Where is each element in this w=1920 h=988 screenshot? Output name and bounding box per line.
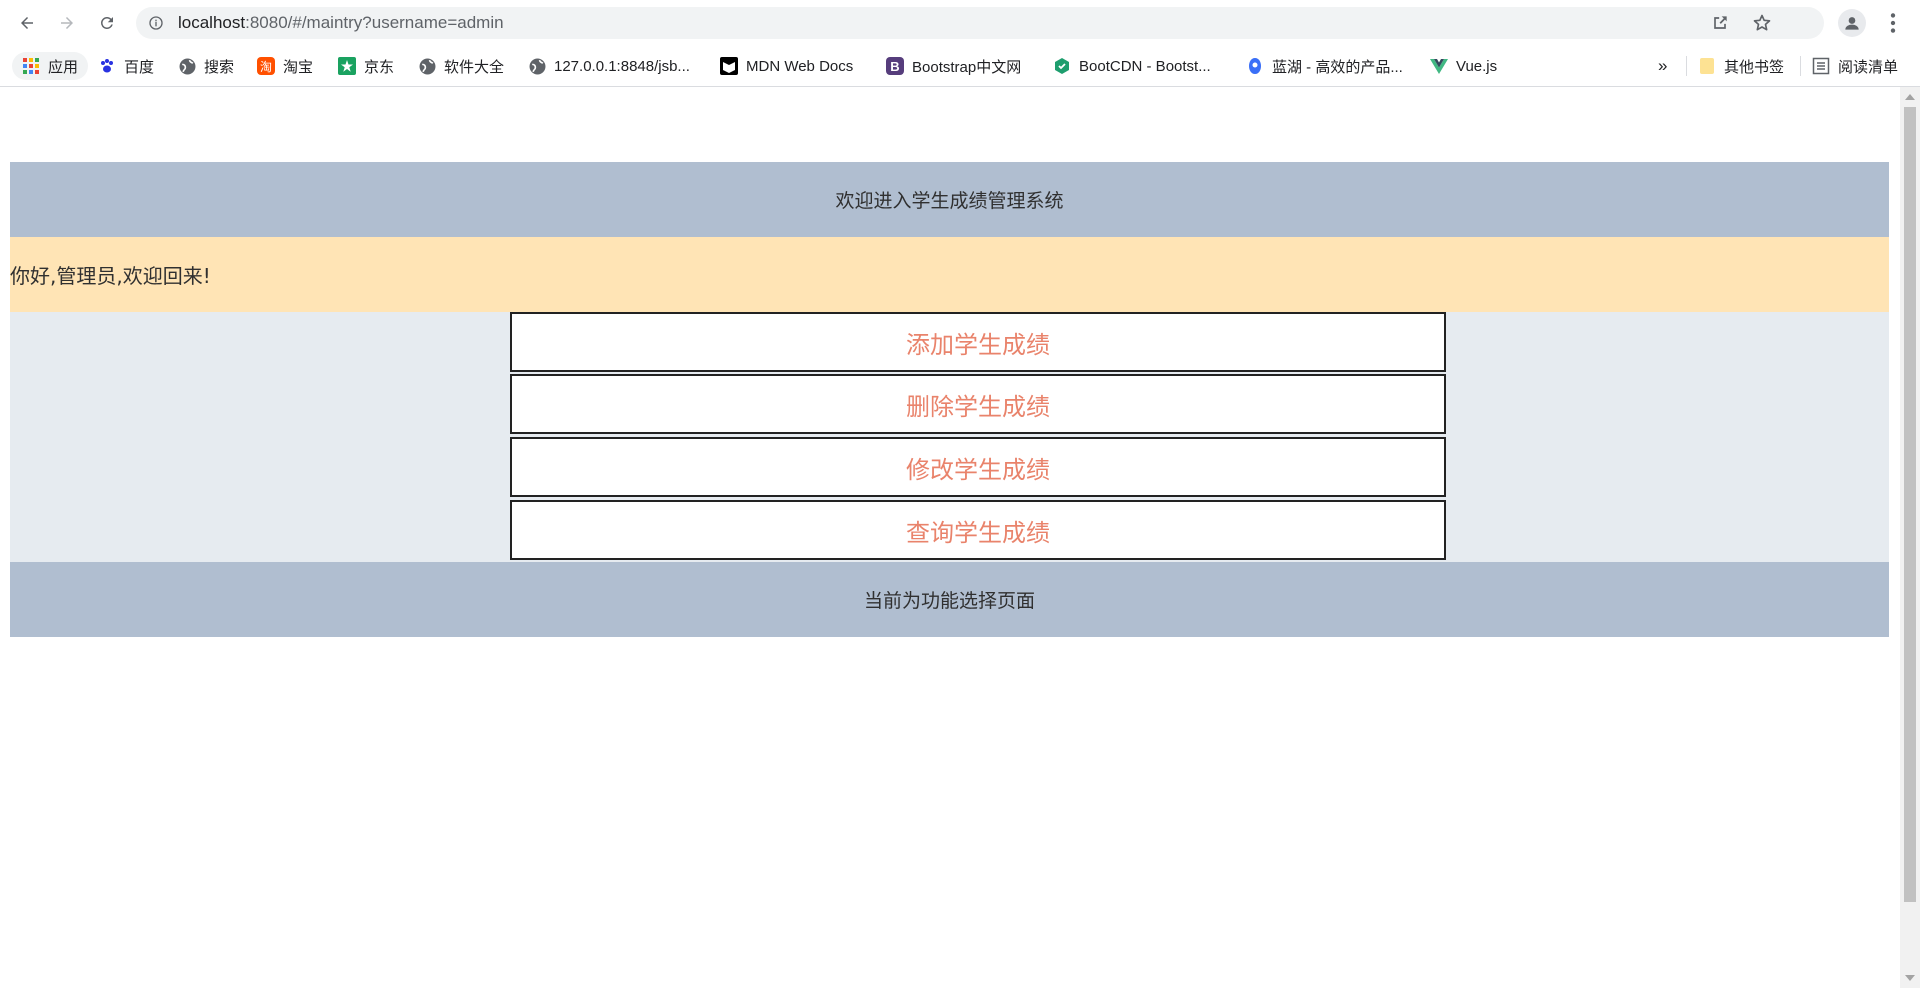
- browser-toolbar: localhost:8080/#/maintry?username=admin: [0, 0, 1920, 46]
- apps-grid-icon: [22, 57, 40, 75]
- vertical-scrollbar[interactable]: [1900, 87, 1920, 988]
- vue-icon: [1430, 57, 1448, 75]
- url-path: :8080/#/maintry?username=admin: [245, 13, 504, 32]
- bookmark-label: Vue.js: [1456, 57, 1498, 75]
- bookmark-label: 京东: [364, 58, 395, 76]
- bookmark-star-icon[interactable]: [1752, 13, 1772, 33]
- bookmark-label: Bootstrap中文网: [912, 58, 1022, 76]
- bookmark-localhost-8848[interactable]: 127.0.0.1:8848/jsb...: [528, 52, 690, 80]
- bootcdn-icon: [1053, 57, 1071, 75]
- bookmark-mdn[interactable]: MDN Web Docs: [720, 52, 853, 80]
- bookmark-software[interactable]: 软件大全: [418, 52, 504, 80]
- back-button[interactable]: [12, 8, 42, 38]
- add-score-button[interactable]: 添加学生成绩: [510, 312, 1446, 372]
- menu-button-label: 修改学生成绩: [906, 455, 1050, 484]
- bookmark-label: 百度: [124, 58, 155, 76]
- bookmarks-overflow-button[interactable]: »: [1658, 52, 1667, 80]
- mdn-icon: [720, 57, 738, 75]
- bookmark-label: 阅读清单: [1838, 58, 1899, 76]
- baidu-paw-icon: [98, 57, 116, 75]
- bookmark-taobao[interactable]: 淘 淘宝: [257, 52, 313, 80]
- globe-icon: [528, 57, 546, 75]
- function-menu: 添加学生成绩 删除学生成绩 修改学生成绩 查询学生成绩: [10, 312, 1889, 562]
- bookmark-label: MDN Web Docs: [746, 57, 854, 75]
- bookmark-label: 其他书签: [1724, 58, 1785, 76]
- bookmarks-divider: [1800, 56, 1801, 76]
- person-icon: [1845, 17, 1859, 30]
- menu-button-label: 添加学生成绩: [906, 330, 1050, 359]
- globe-icon: [418, 57, 436, 75]
- jd-icon: [338, 57, 356, 75]
- bookmark-baidu[interactable]: 百度: [98, 52, 154, 80]
- bookmark-search[interactable]: 搜索: [178, 52, 234, 80]
- delete-score-button[interactable]: 删除学生成绩: [510, 374, 1446, 434]
- query-score-button[interactable]: 查询学生成绩: [510, 500, 1446, 560]
- overflow-label: »: [1658, 56, 1668, 75]
- more-vert-icon[interactable]: [1880, 10, 1906, 36]
- share-icon[interactable]: [1710, 13, 1730, 33]
- bookmark-vue[interactable]: Vue.js: [1430, 52, 1497, 80]
- edit-score-button[interactable]: 修改学生成绩: [510, 437, 1446, 497]
- bookmark-label: BootCDN - Bootst...: [1079, 57, 1211, 75]
- menu-button-label: 删除学生成绩: [906, 392, 1050, 421]
- bookmark-label: 蓝湖 - 高效的产品...: [1272, 58, 1403, 76]
- welcome-text: 你好,管理员,欢迎回来!: [10, 264, 211, 288]
- info-icon[interactable]: [148, 15, 164, 31]
- bookmark-bootcdn[interactable]: BootCDN - Bootst...: [1053, 52, 1211, 80]
- bookmark-label: 淘宝: [283, 58, 314, 76]
- address-bar[interactable]: localhost:8080/#/maintry?username=admin: [136, 7, 1824, 39]
- arrow-right-icon: [61, 17, 73, 29]
- page-footer: 当前为功能选择页面: [10, 562, 1889, 637]
- bookmark-jd[interactable]: 京东: [338, 52, 394, 80]
- reading-list-icon: [1812, 57, 1830, 75]
- url-host: localhost: [178, 13, 246, 32]
- scroll-up-arrow-icon[interactable]: [1905, 94, 1915, 100]
- bookmark-label: 应用: [48, 58, 79, 76]
- svg-text:淘: 淘: [260, 60, 272, 74]
- scrollbar-thumb[interactable]: [1904, 107, 1916, 902]
- taobao-icon: 淘: [257, 57, 275, 75]
- bookmark-bootstrap[interactable]: B Bootstrap中文网: [886, 52, 1021, 80]
- bookmark-label: 软件大全: [444, 58, 505, 76]
- reading-list-button[interactable]: 阅读清单: [1812, 52, 1898, 80]
- welcome-banner: 你好,管理员,欢迎回来!: [10, 237, 1889, 312]
- menu-button-label: 查询学生成绩: [906, 518, 1050, 547]
- page-title: 欢迎进入学生成绩管理系统: [835, 190, 1064, 212]
- bookmark-label: 搜索: [204, 58, 235, 76]
- page-header: 欢迎进入学生成绩管理系统: [10, 162, 1889, 237]
- lanhu-icon: [1246, 57, 1264, 75]
- bookmarks-bar: 应用 百度 搜索 淘 淘宝 京东 软件大全 127.0.0.1:8848/jsb…: [0, 46, 1920, 87]
- bookmarks-divider: [1686, 56, 1687, 76]
- footer-text: 当前为功能选择页面: [863, 590, 1035, 612]
- bookmark-apps[interactable]: 应用: [12, 52, 89, 80]
- reload-icon: [100, 16, 113, 29]
- bootstrap-icon: B: [886, 57, 904, 75]
- globe-icon: [178, 57, 196, 75]
- folder-icon: [1698, 57, 1716, 75]
- scroll-down-arrow-icon[interactable]: [1905, 975, 1915, 981]
- profile-avatar[interactable]: [1838, 9, 1866, 37]
- arrow-left-icon: [21, 17, 33, 29]
- svg-text:B: B: [890, 59, 899, 74]
- reload-button[interactable]: [92, 8, 122, 38]
- forward-button[interactable]: [52, 8, 82, 38]
- bookmark-lanhu[interactable]: 蓝湖 - 高效的产品...: [1246, 52, 1403, 80]
- bookmark-other-folder[interactable]: 其他书签: [1698, 52, 1784, 80]
- url-text[interactable]: localhost:8080/#/maintry?username=admin: [178, 13, 504, 33]
- bookmark-label: 127.0.0.1:8848/jsb...: [554, 57, 690, 75]
